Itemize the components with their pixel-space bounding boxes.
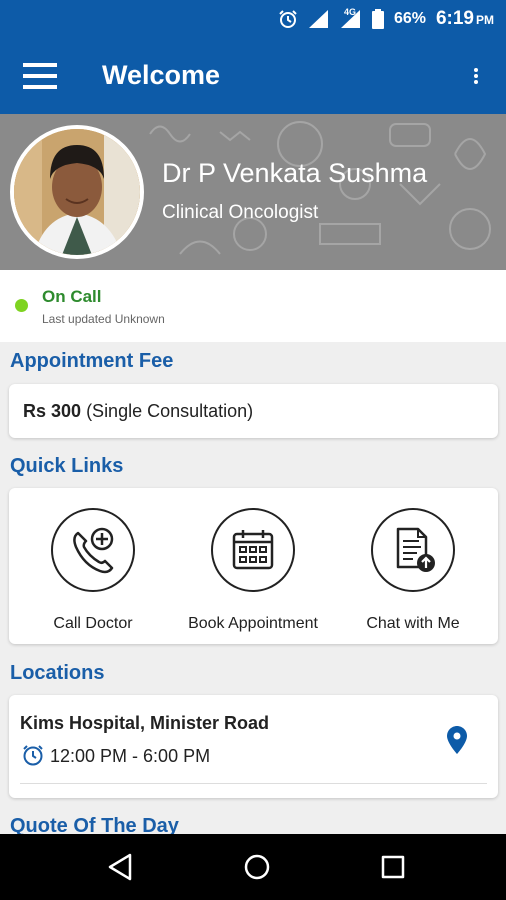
hamburger-icon (23, 62, 57, 89)
page-title: Welcome (102, 60, 221, 90)
doctor-avatar (10, 125, 144, 259)
doctor-specialty: Clinical Oncologist (162, 202, 319, 223)
fee-note: (Single Consultation) (86, 401, 254, 421)
phone-plus-icon (73, 527, 114, 574)
status-bar: 4G 66% 6:19 PM (0, 0, 506, 37)
back-triangle-icon (108, 853, 132, 881)
home-button[interactable] (237, 847, 277, 887)
fee-amount: Rs 300 (23, 401, 82, 421)
chat-with-me-icon-circle (371, 508, 455, 592)
recents-square-icon (381, 855, 405, 879)
doctor-name: Dr P Venkata Sushma (162, 158, 428, 188)
call-doctor-label: Call Doctor (53, 615, 133, 632)
book-appointment-label: Book Appointment (188, 615, 318, 632)
quick-links-heading: Quick Links (10, 455, 124, 477)
book-appointment-icon-circle (211, 508, 295, 592)
status-label: On Call (42, 287, 102, 306)
status-updated-text: Last updated Unknown (42, 312, 165, 326)
chat-with-me-label: Chat with Me (366, 615, 460, 632)
call-doctor-icon-circle (51, 508, 135, 592)
chat-with-me-link[interactable]: Chat with Me (333, 508, 493, 633)
quick-links-card: Call Doctor Book Appointment Chat with M… (9, 488, 498, 644)
status-indicator-dot (15, 299, 28, 312)
appointment-fee-card: Rs 300 (Single Consultation) (9, 384, 498, 438)
battery-percent: 66% (393, 9, 426, 27)
location-divider (20, 783, 487, 784)
recents-button[interactable] (373, 847, 413, 887)
battery-icon (371, 8, 384, 29)
more-vertical-icon (474, 67, 478, 84)
map-pin-icon[interactable] (447, 726, 467, 754)
location-card[interactable]: Kims Hospital, Minister Road 12:00 PM - … (9, 695, 498, 798)
menu-button[interactable] (0, 37, 80, 114)
network-type: 4G (343, 6, 356, 17)
locations-heading: Locations (10, 662, 105, 684)
fee-text: Rs 300 (Single Consultation) (23, 401, 253, 422)
calendar-icon (232, 530, 274, 570)
clock-time: 6:19 (435, 7, 474, 29)
document-upload-icon (396, 527, 435, 572)
clock: 6:19 PM (436, 8, 494, 30)
home-circle-icon (244, 854, 270, 880)
alarm-icon (279, 9, 297, 28)
location-hours: 12:00 PM - 6:00 PM (50, 746, 211, 766)
alarm-clock-icon (23, 745, 43, 766)
doctor-photo (14, 129, 140, 255)
clock-period: PM (476, 12, 494, 27)
location-name: Kims Hospital, Minister Road (20, 713, 270, 733)
app-bar: Welcome (0, 37, 506, 114)
profile-banner: Dr P Venkata Sushma Clinical Oncologist (0, 114, 506, 270)
signal-icon (308, 9, 328, 28)
back-button[interactable] (100, 847, 140, 887)
overflow-menu-button[interactable] (446, 37, 506, 114)
call-status-panel: On Call Last updated Unknown (0, 270, 506, 342)
appointment-fee-heading: Appointment Fee (10, 350, 174, 372)
book-appointment-link[interactable]: Book Appointment (173, 508, 333, 633)
network-indicator: 4G (340, 6, 362, 29)
system-nav-bar (0, 834, 506, 900)
call-doctor-link[interactable]: Call Doctor (13, 508, 173, 633)
